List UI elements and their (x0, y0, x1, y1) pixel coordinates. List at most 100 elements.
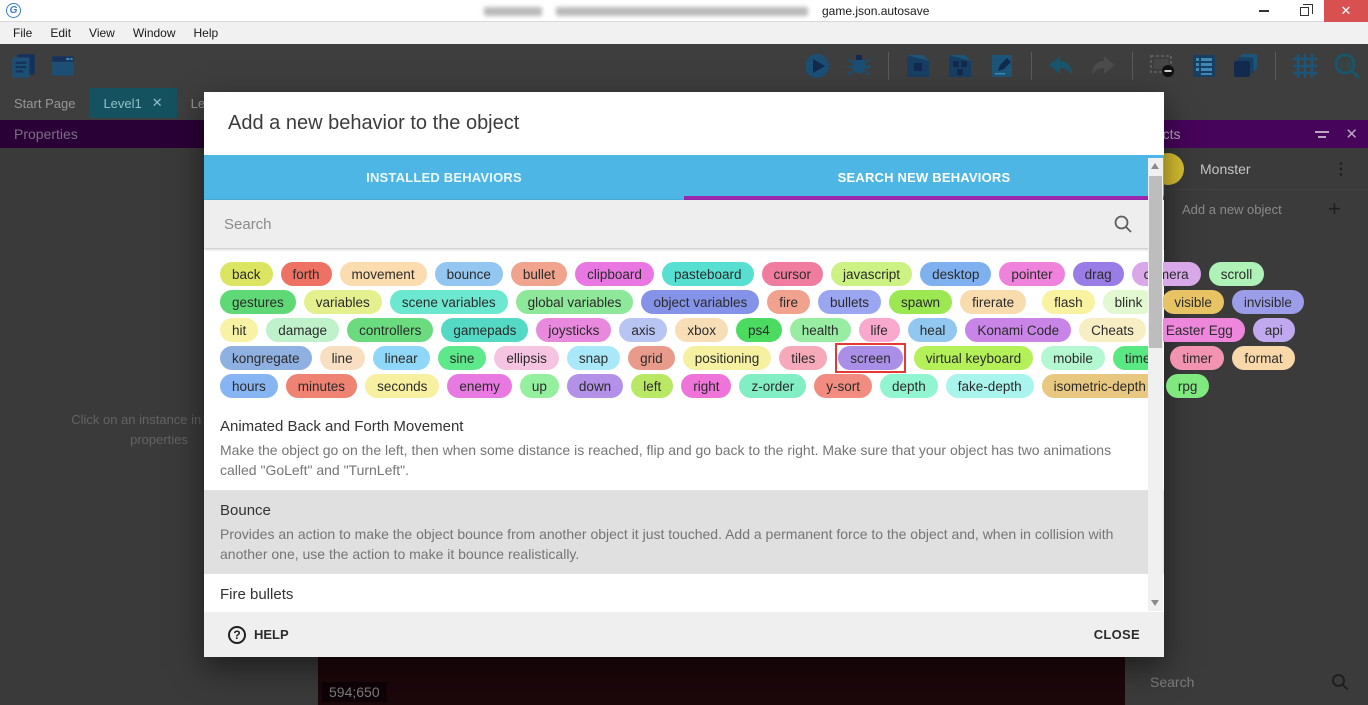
zoom-1-1-icon[interactable]: 1:1 (1332, 51, 1362, 81)
tag-chip-life[interactable]: life (859, 318, 900, 342)
tag-chip-ps4[interactable]: ps4 (736, 318, 782, 342)
tag-chip-enemy[interactable]: enemy (447, 374, 512, 398)
undo-icon[interactable] (1046, 51, 1076, 81)
tag-chip-flash[interactable]: flash (1042, 290, 1095, 314)
tag-chip-ellipsis[interactable]: ellipsis (494, 346, 559, 370)
tag-chip-invisible[interactable]: invisible (1232, 290, 1304, 314)
tag-chip-object-variables[interactable]: object variables (641, 290, 759, 314)
tag-chip-linear[interactable]: linear (373, 346, 430, 370)
scrollbar-thumb[interactable] (1149, 176, 1162, 348)
tag-chip-kongregate[interactable]: kongregate (220, 346, 312, 370)
tag-chip-line[interactable]: line (320, 346, 365, 370)
play-icon[interactable] (802, 51, 832, 81)
panel-close-icon[interactable]: ✕ (1345, 125, 1358, 143)
tag-chip-javascript[interactable]: javascript (831, 262, 912, 286)
tag-chip-timer[interactable]: timer (1170, 346, 1224, 370)
objects-search-input[interactable] (1150, 674, 1300, 690)
tag-chip-forth[interactable]: forth (281, 262, 332, 286)
behavior-item-fire-bullets[interactable]: Fire bulletsAllow the object to fire bul… (204, 574, 1164, 612)
tag-chip-desktop[interactable]: desktop (920, 262, 991, 286)
tag-chip-joysticks[interactable]: joysticks (536, 318, 611, 342)
tag-chip-snap[interactable]: snap (567, 346, 620, 370)
tag-chip-api[interactable]: api (1253, 318, 1295, 342)
tag-chip-rpg[interactable]: rpg (1166, 374, 1210, 398)
tag-chip-heal[interactable]: heal (908, 318, 958, 342)
scroll-up-icon[interactable] (1151, 163, 1159, 169)
tag-chip-down[interactable]: down (567, 374, 623, 398)
tag-chip-fake-depth[interactable]: fake-depth (946, 374, 1034, 398)
tag-chip-grid[interactable]: grid (628, 346, 675, 370)
dialog-close-button[interactable]: CLOSE (1094, 627, 1140, 642)
tag-chip-sine[interactable]: sine (438, 346, 487, 370)
tag-chip-z-order[interactable]: z-order (739, 374, 806, 398)
tag-chip-konami-code[interactable]: Konami Code (965, 318, 1071, 342)
new-object-icon[interactable] (903, 51, 933, 81)
editor-tab-level1[interactable]: Level1✕ (89, 88, 176, 118)
help-button[interactable]: ? HELP (228, 626, 289, 644)
tag-chip-variables[interactable]: variables (304, 290, 382, 314)
tag-chip-damage[interactable]: damage (266, 318, 339, 342)
tab-close-icon[interactable]: ✕ (152, 95, 163, 111)
tag-chip-cheats[interactable]: Cheats (1079, 318, 1146, 342)
tag-chip-scroll[interactable]: scroll (1209, 262, 1265, 286)
start-page-icon[interactable] (8, 51, 38, 81)
tag-chip-virtual-keyboard[interactable]: virtual keyboard (914, 346, 1033, 370)
tag-chip-hit[interactable]: hit (220, 318, 258, 342)
tag-chip-isometric-depth[interactable]: isometric-depth (1042, 374, 1158, 398)
redo-icon[interactable] (1088, 51, 1118, 81)
behavior-item-animated-back-and-forth-movement[interactable]: Animated Back and Forth MovementMake the… (204, 406, 1164, 490)
tag-chip-screen[interactable]: screen (838, 346, 903, 370)
tag-chip-mobile[interactable]: mobile (1041, 346, 1105, 370)
tag-chip-bullet[interactable]: bullet (511, 262, 567, 286)
tag-chip-positioning[interactable]: positioning (683, 346, 772, 370)
restore-button[interactable] (1284, 0, 1324, 22)
tag-chip-gestures[interactable]: gestures (220, 290, 296, 314)
tag-chip-controllers[interactable]: controllers (347, 318, 433, 342)
layers-icon[interactable] (1231, 51, 1261, 81)
tag-chip-right[interactable]: right (681, 374, 731, 398)
tag-chip-left[interactable]: left (631, 374, 673, 398)
tag-chip-bounce[interactable]: bounce (435, 262, 503, 286)
tag-chip-firerate[interactable]: firerate (960, 290, 1026, 314)
edit-scene-icon[interactable] (987, 51, 1017, 81)
tag-chip-blink[interactable]: blink (1103, 290, 1155, 314)
close-button[interactable]: ✕ (1324, 0, 1368, 22)
tag-chip-axis[interactable]: axis (619, 318, 667, 342)
tab-installed-behaviors[interactable]: INSTALLED BEHAVIORS (204, 155, 684, 200)
tag-chip-movement[interactable]: movement (340, 262, 427, 286)
menu-window[interactable]: Window (124, 22, 185, 44)
filter-icon[interactable] (1315, 131, 1329, 138)
tag-chip-back[interactable]: back (220, 262, 273, 286)
tag-chip-gamepads[interactable]: gamepads (441, 318, 528, 342)
grid-icon[interactable] (1290, 51, 1320, 81)
tag-chip-y-sort[interactable]: y-sort (814, 374, 872, 398)
debug-icon[interactable] (844, 51, 874, 81)
tag-chip-format[interactable]: format (1232, 346, 1294, 370)
behavior-search-input[interactable] (224, 216, 1084, 233)
tag-chip-hours[interactable]: hours (220, 374, 278, 398)
minimize-button[interactable] (1244, 0, 1284, 22)
tag-chip-health[interactable]: health (790, 318, 851, 342)
tag-chip-drag[interactable]: drag (1073, 262, 1124, 286)
tag-chip-pasteboard[interactable]: pasteboard (662, 262, 754, 286)
editor-tab-start-page[interactable]: Start Page (0, 88, 89, 118)
project-manager-icon[interactable] (48, 51, 78, 81)
tag-chip-camera[interactable]: camera (1132, 262, 1201, 286)
render-mask-icon[interactable] (1147, 51, 1177, 81)
tag-chip-scene-variables[interactable]: scene variables (390, 290, 508, 314)
menu-help[interactable]: Help (185, 22, 228, 44)
tab-search-new-behaviors[interactable]: SEARCH NEW BEHAVIORS (684, 155, 1164, 200)
tag-chip-tiles[interactable]: tiles (779, 346, 827, 370)
objects-groups-icon[interactable] (945, 51, 975, 81)
tag-chip-spawn[interactable]: spawn (889, 290, 952, 314)
object-menu-icon[interactable]: ⋮ (1333, 159, 1349, 179)
menu-file[interactable]: File (4, 22, 41, 44)
tag-chip-seconds[interactable]: seconds (365, 374, 439, 398)
behavior-item-bounce[interactable]: BounceProvides an action to make the obj… (204, 490, 1164, 574)
tag-chip-global-variables[interactable]: global variables (516, 290, 634, 314)
menu-edit[interactable]: Edit (41, 22, 80, 44)
tag-chip-minutes[interactable]: minutes (286, 374, 357, 398)
dialog-scrollbar[interactable] (1148, 158, 1163, 611)
scroll-down-icon[interactable] (1151, 600, 1159, 606)
tag-chip-depth[interactable]: depth (880, 374, 938, 398)
